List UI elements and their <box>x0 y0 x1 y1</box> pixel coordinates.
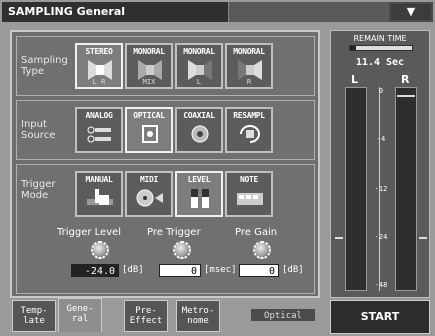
button-label: MONORAL <box>133 47 165 56</box>
remain-time-fill <box>350 46 357 50</box>
trigger-level-button[interactable]: LEVEL <box>175 171 223 217</box>
button-sublabel: L R <box>92 78 106 86</box>
pre-gain-unit: [dB] <box>282 265 304 275</box>
pre-gain-label: Pre Gain <box>235 227 278 238</box>
tab-general[interactable]: Gene- ral <box>58 298 102 332</box>
button-label: OPTICAL <box>133 111 165 120</box>
analog-plug-icon <box>87 126 111 143</box>
note-pads-icon <box>237 193 263 205</box>
coaxial-jack-icon <box>191 125 209 143</box>
input-optical-button[interactable]: OPTICAL <box>125 107 173 153</box>
chevron-down-icon: ▼ <box>406 5 416 18</box>
optical-port-icon <box>142 125 158 143</box>
right-peak-marker <box>397 95 415 97</box>
pre-gain-value[interactable]: 0 <box>239 264 279 277</box>
button-label: STEREO <box>85 47 113 56</box>
meter-tick-label: -24 <box>374 233 388 241</box>
input-resample-button[interactable]: RESAMPL <box>225 107 273 153</box>
trigger-level-knob[interactable] <box>91 241 109 259</box>
button-label: NOTE <box>239 175 259 184</box>
button-label: COAXIAL <box>183 111 215 120</box>
start-button[interactable]: START <box>330 300 430 334</box>
tab-pre-effect[interactable]: Pre- Effect <box>124 300 168 332</box>
trigger-mode-label: Trigger Mode <box>21 179 56 201</box>
left-trigger-marker <box>335 237 343 239</box>
pre-trigger-label: Pre Trigger <box>147 227 201 238</box>
button-label: ANALOG <box>85 111 113 120</box>
input-source-status: Optical <box>250 308 316 322</box>
button-label: MANUAL <box>85 175 113 184</box>
sampling-stereo-button[interactable]: STEREO L R <box>75 43 123 89</box>
right-trigger-marker <box>419 237 427 239</box>
right-channel-label: R <box>401 73 410 86</box>
trigger-midi-button[interactable]: MIDI <box>125 171 173 217</box>
level-meter-panel: REMAIN TIME 11.4 Sec L R 0 -4 -12 -24 -4… <box>330 30 430 298</box>
button-label: LEVEL <box>187 175 211 184</box>
sampling-type-label: Sampling Type <box>21 55 68 77</box>
trigger-level-label: Trigger Level <box>57 227 122 238</box>
pre-trigger-unit: [msec] <box>204 265 237 275</box>
remain-time-title: REMAIN TIME <box>353 34 407 43</box>
pre-trigger-value[interactable]: 0 <box>159 264 201 277</box>
button-label: MONORAL <box>233 47 265 56</box>
button-label: RESAMPL <box>233 111 265 120</box>
meter-tick-label: 0 <box>378 87 384 95</box>
meter-tick-label: -48 <box>374 281 388 289</box>
remain-time-bar <box>349 45 413 51</box>
hand-press-icon <box>87 189 113 205</box>
input-source-section: Input Source ANALOG OPTICAL COAXIAL RESA… <box>16 100 315 160</box>
sampling-mono-left-button[interactable]: MONORAL L <box>175 43 223 89</box>
sampling-window: SAMPLING General ▼ Sampling Type STEREO … <box>0 0 435 336</box>
input-analog-button[interactable]: ANALOG <box>75 107 123 153</box>
level-meter-icon <box>191 189 209 208</box>
button-sublabel: R <box>246 78 252 86</box>
button-label: MIDI <box>139 175 159 184</box>
sampling-type-section: Sampling Type STEREO L R MONORAL MIX MON… <box>16 36 315 96</box>
trigger-level-value[interactable]: -24.0 <box>71 264 119 277</box>
settings-panel: Sampling Type STEREO L R MONORAL MIX MON… <box>10 30 320 298</box>
button-sublabel: MIX <box>142 78 156 86</box>
input-coaxial-button[interactable]: COAXIAL <box>175 107 223 153</box>
sampling-mono-right-button[interactable]: MONORAL R <box>225 43 273 89</box>
pre-trigger-knob[interactable] <box>173 241 191 259</box>
trigger-manual-button[interactable]: MANUAL <box>75 171 123 217</box>
midi-plug-icon <box>136 189 163 207</box>
tab-bar: Temp- late Gene- ral Pre- Effect Metro- … <box>10 298 320 334</box>
pre-gain-knob[interactable] <box>253 241 271 259</box>
title-bar-spacer <box>228 2 389 22</box>
button-sublabel: L <box>196 78 202 86</box>
left-level-meter <box>345 87 367 291</box>
trigger-level-unit: [dB] <box>122 265 144 275</box>
window-title: SAMPLING General <box>2 2 228 22</box>
button-label: MONORAL <box>183 47 215 56</box>
meter-tick-label: -12 <box>374 185 388 193</box>
menu-dropdown-button[interactable]: ▼ <box>391 4 431 20</box>
trigger-note-button[interactable]: NOTE <box>225 171 273 217</box>
meter-tick-label: -4 <box>376 135 386 143</box>
right-level-meter <box>395 87 417 291</box>
input-source-label: Input Source <box>21 119 56 141</box>
trigger-mode-section: Trigger Mode MANUAL MIDI LEVEL NOTE Trig… <box>16 164 315 294</box>
resample-loop-icon <box>240 125 260 143</box>
remain-time-value: 11.4 Sec <box>355 57 405 68</box>
tab-template[interactable]: Temp- late <box>12 300 56 332</box>
title-bar: SAMPLING General ▼ <box>2 2 433 22</box>
tab-metronome[interactable]: Metro- nome <box>176 300 220 332</box>
left-channel-label: L <box>351 73 359 86</box>
sampling-mono-mix-button[interactable]: MONORAL MIX <box>125 43 173 89</box>
